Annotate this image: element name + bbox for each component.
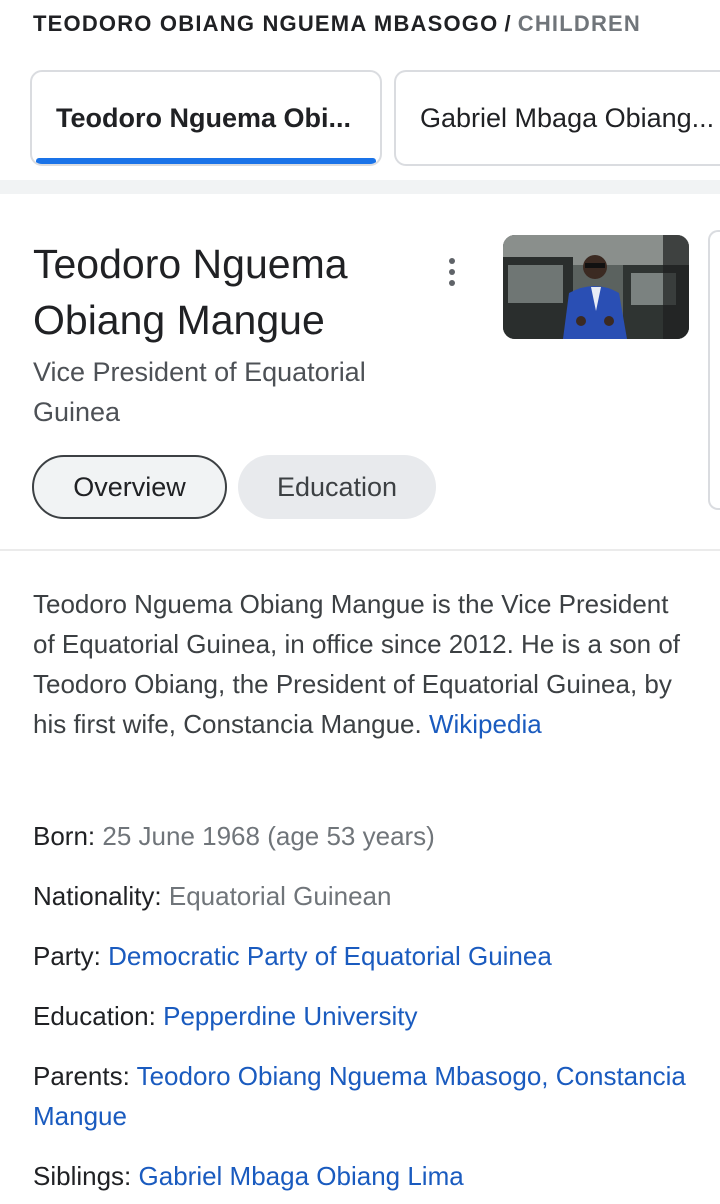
entity-subtitle: Vice President of Equatorial Guinea: [33, 357, 366, 427]
tab-label: Gabriel Mbaga Obiang...: [420, 102, 715, 133]
fact-value: Equatorial Guinean: [168, 881, 392, 911]
breadcrumb: TEODORO OBIANG NGUEMA MBASOGO / CHILDREN: [33, 9, 641, 39]
description: Teodoro Nguema Obiang Mangue is the Vice…: [33, 584, 693, 744]
person-photo-image: [503, 235, 689, 339]
parents-separator: ,: [541, 1061, 549, 1091]
section-divider: [0, 180, 720, 194]
entity-title: Teodoro Nguema Obiang Mangue: [33, 241, 348, 343]
fact-nationality: Nationality: Equatorial Guinean: [33, 876, 703, 916]
fact-party: Party: Democratic Party of Equatorial Gu…: [33, 936, 703, 976]
fact-label: Education:: [33, 1001, 156, 1031]
divider: [0, 549, 720, 551]
tab-label: Teodoro Nguema Obi...: [56, 102, 352, 133]
fact-parents: Parents: Teodoro Obiang Nguema Mbasogo, …: [33, 1056, 703, 1136]
fact-label: Siblings:: [33, 1161, 132, 1191]
more-vert-icon: [449, 258, 455, 264]
sibling-link[interactable]: Gabriel Mbaga Obiang Lima: [139, 1161, 464, 1191]
more-options-button[interactable]: [436, 252, 468, 292]
tab-teodoro-nguema[interactable]: Teodoro Nguema Obi...: [30, 70, 382, 166]
fact-label: Party:: [33, 941, 101, 971]
breadcrumb-current: CHILDREN: [517, 11, 642, 36]
selected-tab-indicator: [36, 158, 376, 164]
breadcrumb-parent[interactable]: TEODORO OBIANG NGUEMA MBASOGO: [33, 11, 498, 36]
chip-education[interactable]: Education: [238, 455, 436, 519]
fact-siblings: Siblings: Gabriel Mbaga Obiang Lima: [33, 1156, 703, 1196]
tab-gabriel-mbaga[interactable]: Gabriel Mbaga Obiang...: [394, 70, 720, 166]
next-card-preview[interactable]: [708, 230, 720, 510]
description-text: Teodoro Nguema Obiang Mangue is the Vice…: [33, 589, 681, 739]
chip-overview[interactable]: Overview: [32, 455, 227, 519]
parent-link-father[interactable]: Teodoro Obiang Nguema Mbasogo: [137, 1061, 542, 1091]
fact-education: Education: Pepperdine University: [33, 996, 703, 1036]
education-link[interactable]: Pepperdine University: [163, 1001, 417, 1031]
fact-label: Parents:: [33, 1061, 130, 1091]
fact-born: Born: 25 June 1968 (age 53 years): [33, 816, 703, 856]
wikipedia-link[interactable]: Wikipedia: [429, 709, 542, 739]
breadcrumb-separator: /: [504, 11, 512, 36]
fact-value: 25 June 1968 (age 53 years): [102, 821, 435, 851]
party-link[interactable]: Democratic Party of Equatorial Guinea: [108, 941, 552, 971]
fact-label: Nationality:: [33, 881, 162, 911]
entity-photo[interactable]: [503, 235, 689, 339]
fact-label: Born:: [33, 821, 96, 851]
